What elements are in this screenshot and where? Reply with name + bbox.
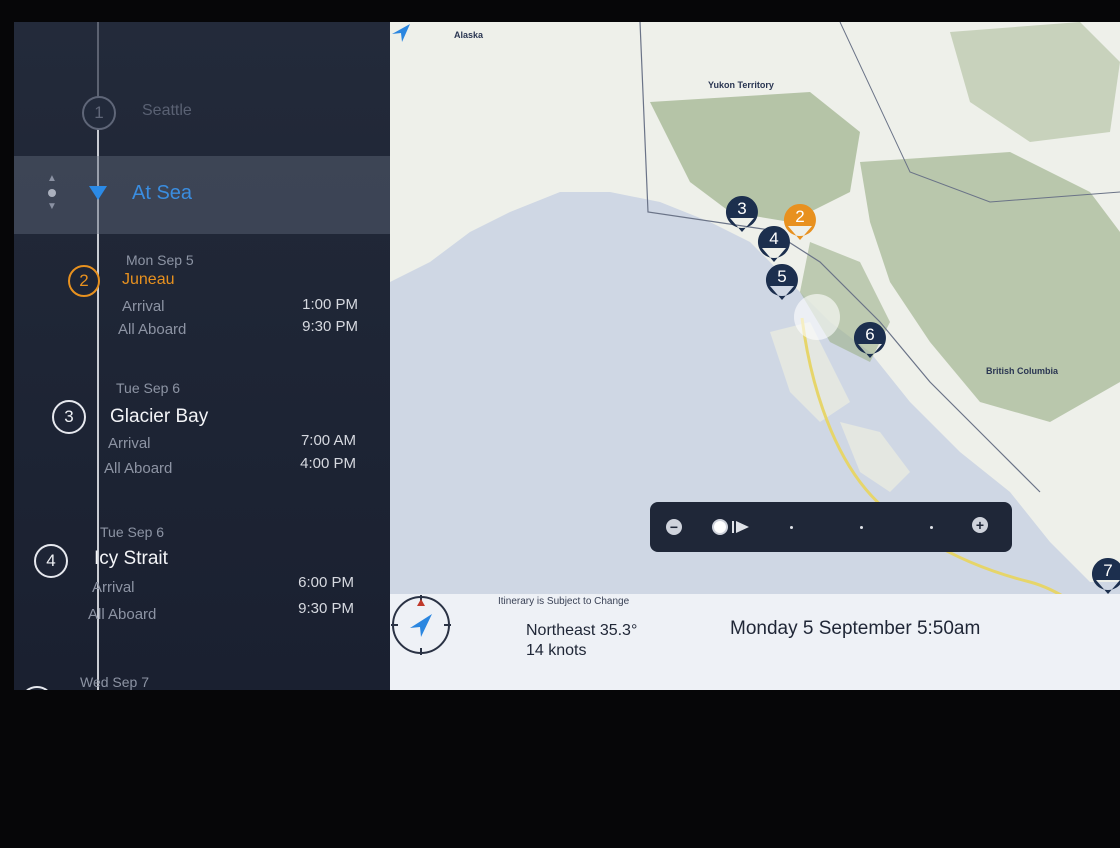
itinerary-sidebar: 1 Seattle ▲ ▼ At Sea Mon Sep 5 2 Juneau … — [14, 22, 390, 690]
timeline-tick — [930, 526, 933, 529]
port-pin-6[interactable]: 6 — [852, 320, 888, 358]
stop-port-name: Seattle — [142, 102, 192, 119]
all-aboard-time: 9:30 PM — [302, 318, 358, 335]
arrival-label: Arrival — [108, 435, 151, 452]
stop-date: Tue Sep 6 — [100, 524, 165, 540]
all-aboard-label: All Aboard — [104, 460, 173, 477]
compass-icon — [391, 595, 451, 655]
port-pin-5[interactable]: 5 — [764, 262, 800, 300]
map-base — [390, 22, 1120, 644]
stop-date: Mon Sep 5 — [126, 252, 194, 268]
stop-number-badge: 3 — [52, 400, 86, 434]
ship-icon[interactable] — [390, 22, 412, 44]
all-aboard-time: 4:00 PM — [300, 455, 356, 472]
stop-port-name: Glacier Bay — [110, 406, 209, 427]
stop-port-name: Icy Strait — [94, 548, 168, 569]
ship-heading: Northeast 35.3° — [526, 622, 638, 639]
playback-controls: − + — [650, 502, 1012, 552]
ship-position-halo — [794, 294, 840, 340]
scroll-position-icon — [48, 189, 56, 197]
timeline-handle[interactable] — [712, 519, 728, 535]
port-pin-3[interactable]: 3 — [724, 194, 760, 232]
stop-date: Tue Sep 6 — [116, 380, 181, 396]
arrival-time: 7:00 AM — [300, 432, 356, 449]
port-pin-4[interactable]: 4 — [756, 224, 792, 262]
port-pin-7[interactable]: 7 — [1090, 556, 1120, 594]
ship-speed: 14 knots — [526, 642, 587, 659]
stop-number-badge: 4 — [34, 544, 68, 578]
current-position-icon — [89, 186, 107, 200]
all-aboard-label: All Aboard — [118, 321, 187, 338]
cruise-tracker-screen: 1 Seattle ▲ ▼ At Sea Mon Sep 5 2 Juneau … — [14, 22, 1120, 690]
itinerary-disclaimer: Itinerary is Subject to Change — [498, 596, 630, 607]
arrival-label: Arrival — [92, 579, 135, 596]
stop-number-badge: 5 — [20, 686, 54, 690]
timeline-tick — [860, 526, 863, 529]
arrival-time: 1:00 PM — [302, 296, 358, 313]
timeline-tick — [790, 526, 793, 529]
current-position-row[interactable] — [14, 156, 390, 234]
play-icon[interactable] — [732, 520, 750, 534]
arrival-label: Arrival — [122, 298, 165, 315]
stop-number-badge: 2 — [68, 265, 100, 297]
all-aboard-time: 9:30 PM — [298, 600, 354, 617]
arrival-time: 6:00 PM — [298, 574, 354, 591]
scroll-control[interactable]: ▲ ▼ — [44, 172, 60, 228]
region-label-british-columbia: British Columbia — [986, 366, 1059, 376]
zoom-out-icon[interactable]: − — [666, 519, 682, 535]
stop-port-name: Juneau — [122, 271, 175, 288]
scroll-up-icon[interactable]: ▲ — [44, 172, 60, 186]
voyage-map[interactable]: Alaska Yukon Territory British Columbia … — [390, 22, 1120, 690]
current-position-label: At Sea — [132, 182, 193, 204]
region-label-yukon: Yukon Territory — [708, 80, 774, 90]
zoom-in-icon[interactable]: + — [972, 517, 988, 533]
current-datetime: Monday 5 September 5:50am — [730, 618, 981, 639]
region-label-alaska: Alaska — [454, 30, 484, 40]
navigation-info-bar: Itinerary is Subject to Change Northeast… — [390, 594, 1120, 690]
stop-number-badge: 1 — [82, 96, 116, 130]
scroll-down-icon[interactable]: ▼ — [44, 200, 60, 214]
all-aboard-label: All Aboard — [88, 606, 157, 623]
stop-date: Wed Sep 7 — [80, 674, 150, 690]
